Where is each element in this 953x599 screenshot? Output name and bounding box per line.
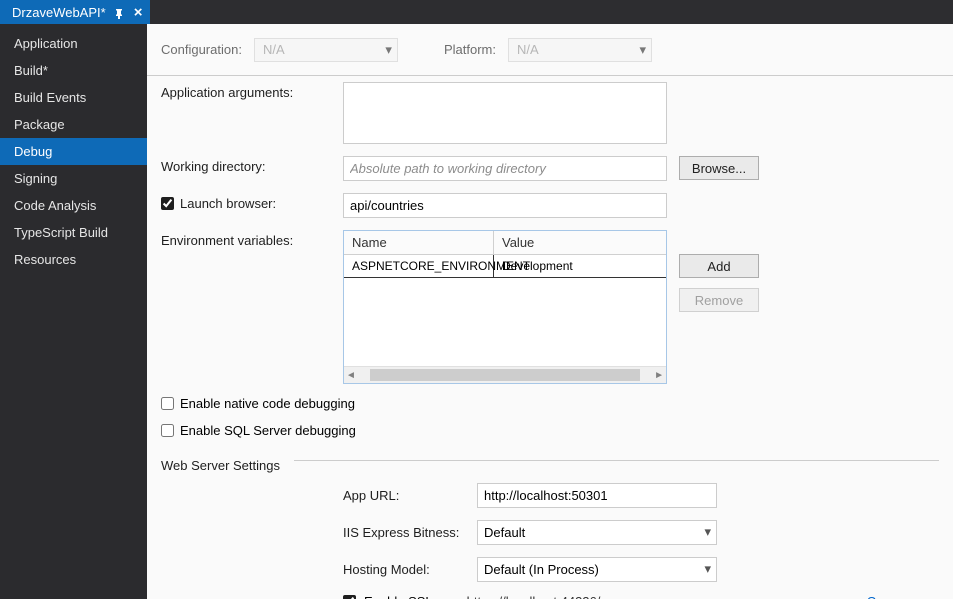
native-debug-checkbox[interactable]	[161, 397, 174, 410]
app-args-label: Application arguments:	[147, 82, 343, 100]
pin-icon[interactable]	[114, 7, 124, 17]
launch-browser-checkbox[interactable]	[161, 197, 174, 210]
sidebar: Application Build* Build Events Package …	[0, 24, 147, 599]
envvars-row[interactable]: ASPNETCORE_ENVIRONMENT Development	[344, 255, 666, 278]
scroll-thumb[interactable]	[370, 369, 640, 381]
enable-ssl-checkbox[interactable]	[343, 595, 356, 599]
sidebar-item-code-analysis[interactable]: Code Analysis	[0, 192, 147, 219]
bitness-select[interactable]: Default	[477, 520, 717, 545]
sidebar-item-application[interactable]: Application	[0, 30, 147, 57]
envvars-hscrollbar[interactable]: ◄ ►	[344, 366, 666, 383]
sidebar-item-typescript-build[interactable]: TypeScript Build	[0, 219, 147, 246]
workdir-label: Working directory:	[147, 156, 343, 174]
sql-debug-checkbox[interactable]	[161, 424, 174, 437]
platform-label: Platform:	[444, 42, 496, 57]
document-tab[interactable]: DrzaveWebAPI* ×	[0, 0, 150, 24]
app-args-input[interactable]	[343, 82, 667, 144]
sidebar-item-build[interactable]: Build*	[0, 57, 147, 84]
configuration-label: Configuration:	[161, 42, 242, 57]
envvars-header-value[interactable]: Value	[494, 231, 666, 254]
envvars-label: Environment variables:	[147, 230, 343, 248]
envvars-header-name[interactable]: Name	[344, 231, 494, 254]
scroll-right-icon[interactable]: ►	[654, 370, 664, 381]
sidebar-item-signing[interactable]: Signing	[0, 165, 147, 192]
close-icon[interactable]: ×	[134, 5, 143, 20]
browse-button[interactable]: Browse...	[679, 156, 759, 180]
scroll-left-icon[interactable]: ◄	[346, 370, 356, 381]
appurl-input[interactable]	[477, 483, 717, 508]
workdir-input[interactable]	[343, 156, 667, 181]
bitness-label: IIS Express Bitness:	[343, 525, 465, 540]
ssl-url: https://localhost:44326/	[467, 594, 601, 599]
native-debug-label: Enable native code debugging	[180, 396, 355, 411]
enable-ssl-label: Enable SSL	[364, 594, 433, 599]
add-button[interactable]: Add	[679, 254, 759, 278]
hosting-label: Hosting Model:	[343, 562, 465, 577]
sql-debug-label: Enable SQL Server debugging	[180, 423, 356, 438]
launch-browser-input[interactable]	[343, 193, 667, 218]
copy-link[interactable]: Copy	[867, 594, 897, 599]
platform-select: N/A	[508, 38, 652, 62]
sidebar-item-resources[interactable]: Resources	[0, 246, 147, 273]
tab-bar: DrzaveWebAPI* ×	[0, 0, 953, 24]
envvars-cell-value[interactable]: Development	[494, 255, 666, 277]
appurl-label: App URL:	[343, 488, 465, 503]
envvars-cell-name[interactable]: ASPNETCORE_ENVIRONMENT	[344, 255, 494, 277]
remove-button: Remove	[679, 288, 759, 312]
hosting-select[interactable]: Default (In Process)	[477, 557, 717, 582]
webserver-section-label: Web Server Settings	[147, 444, 280, 477]
config-bar: Configuration: N/A ▾ Platform: N/A ▾	[147, 24, 953, 76]
envvars-grid[interactable]: Name Value ASPNETCORE_ENVIRONMENT Develo…	[343, 230, 667, 384]
launch-browser-label: Launch browser:	[180, 196, 276, 211]
sidebar-item-build-events[interactable]: Build Events	[0, 84, 147, 111]
tab-title: DrzaveWebAPI*	[12, 5, 106, 20]
configuration-select: N/A	[254, 38, 398, 62]
sidebar-item-debug[interactable]: Debug	[0, 138, 147, 165]
envvars-header: Name Value	[344, 231, 666, 255]
sidebar-item-package[interactable]: Package	[0, 111, 147, 138]
